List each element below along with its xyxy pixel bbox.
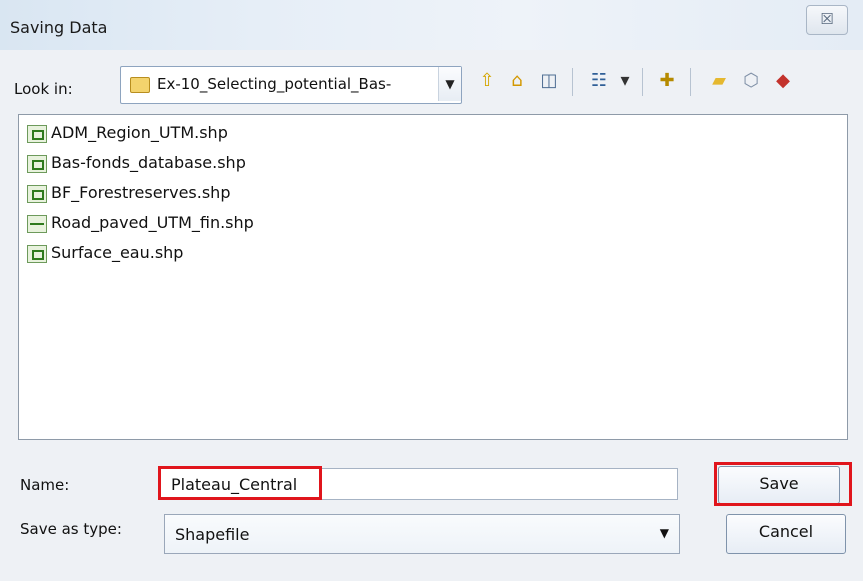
file-name: Surface_eau.shp <box>51 243 184 262</box>
up-folder-icon[interactable]: ⇧ <box>474 68 500 94</box>
look-in-label: Look in: <box>14 80 73 98</box>
details-view-icon[interactable]: ☷ <box>586 68 612 94</box>
close-button[interactable]: ☒ <box>806 5 848 35</box>
close-icon: ☒ <box>820 10 834 28</box>
toolbar-separator <box>690 68 691 96</box>
polygon-shapefile-icon <box>27 155 47 173</box>
save-as-type-value: Shapefile <box>175 525 250 544</box>
polygon-shapefile-icon <box>27 185 47 203</box>
window-title: Saving Data <box>10 18 108 37</box>
toolbar-separator <box>642 68 643 96</box>
file-name: BF_Forestreserves.shp <box>51 183 231 202</box>
name-highlight-box <box>158 466 322 500</box>
chevron-down-icon[interactable]: ▼ <box>660 526 669 540</box>
cancel-button[interactable]: Cancel <box>726 514 846 554</box>
chevron-down-icon[interactable]: ▼ <box>438 67 461 101</box>
save-highlight-box <box>714 462 852 506</box>
new-feature-icon[interactable]: ✚ <box>654 68 680 94</box>
file-name: ADM_Region_UTM.shp <box>51 123 228 142</box>
toolbox-icon[interactable]: ◆ <box>770 68 796 94</box>
line-shapefile-icon <box>27 215 47 233</box>
file-name: Road_paved_UTM_fin.shp <box>51 213 254 232</box>
title-bar[interactable]: Saving Data ☒ <box>0 0 863 50</box>
saving-data-dialog: Saving Data ☒ Look in: Ex-10_Selecting_p… <box>0 0 863 581</box>
look-in-combo[interactable]: Ex-10_Selecting_potential_Bas- ▼ <box>120 66 462 104</box>
database-icon[interactable]: ⬡ <box>738 68 764 94</box>
view-dropdown-icon[interactable]: ▾ <box>612 68 638 94</box>
name-label: Name: <box>20 476 70 494</box>
file-name: Bas-fonds_database.shp <box>51 153 246 172</box>
polygon-shapefile-icon <box>27 245 47 263</box>
home-icon[interactable]: ⌂ <box>504 68 530 94</box>
polygon-shapefile-icon <box>27 125 47 143</box>
folder-icon <box>130 77 150 93</box>
save-as-type-select[interactable]: Shapefile ▼ <box>164 514 680 554</box>
catalog-icon[interactable]: ◫ <box>536 68 562 94</box>
toolbar-separator <box>572 68 573 96</box>
file-list[interactable]: ADM_Region_UTM.shp Bas-fonds_database.sh… <box>18 114 848 440</box>
save-as-type-label: Save as type: <box>20 520 122 538</box>
new-folder-icon[interactable]: ▰ <box>706 68 732 94</box>
look-in-value: Ex-10_Selecting_potential_Bas- <box>157 75 392 93</box>
